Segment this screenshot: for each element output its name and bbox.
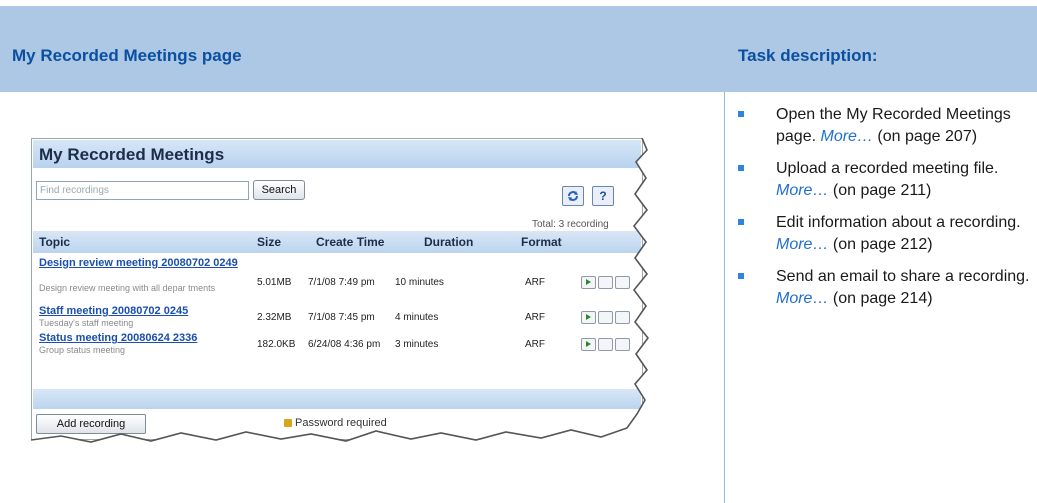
page-ref: (on page 212) bbox=[832, 236, 933, 253]
bullet-icon bbox=[738, 273, 744, 279]
task-description-heading: Task description: bbox=[738, 46, 878, 65]
task-list: Open the My Recorded Meetings page. More… bbox=[736, 104, 1036, 320]
task-text: Edit information about a recording. bbox=[776, 214, 1021, 231]
bullet-icon bbox=[738, 219, 744, 225]
more-link[interactable]: More… bbox=[776, 290, 828, 307]
task-item: Upload a recorded meeting file. More… (o… bbox=[736, 158, 1036, 202]
task-item: Open the My Recorded Meetings page. More… bbox=[736, 104, 1036, 148]
page-ref: (on page 211) bbox=[832, 182, 932, 199]
page-ref: (on page 207) bbox=[877, 128, 978, 145]
task-item: Send an email to share a recording. More… bbox=[736, 266, 1036, 310]
recorded-meetings-screenshot: My Recorded Meetings Find recordings Sea… bbox=[31, 138, 657, 454]
task-item: Edit information about a recording. More… bbox=[736, 212, 1036, 256]
more-link[interactable]: More… bbox=[821, 128, 873, 145]
header-band: My Recorded Meetings page Task descripti… bbox=[0, 6, 1037, 92]
task-text: Upload a recorded meeting file. bbox=[776, 160, 999, 177]
page-ref: (on page 214) bbox=[832, 290, 933, 307]
more-link[interactable]: More… bbox=[776, 236, 828, 253]
column-divider bbox=[724, 92, 725, 503]
bullet-icon bbox=[738, 111, 744, 117]
bullet-icon bbox=[738, 165, 744, 171]
task-text: Send an email to share a recording. bbox=[776, 268, 1030, 285]
torn-edge-decoration bbox=[31, 138, 657, 454]
more-link[interactable]: More… bbox=[776, 182, 828, 199]
page-title: My Recorded Meetings page bbox=[12, 46, 242, 65]
